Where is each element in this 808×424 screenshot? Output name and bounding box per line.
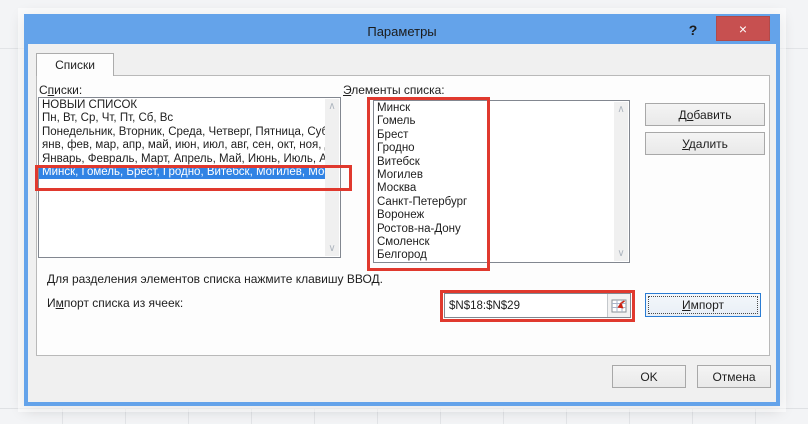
- enter-key-hint: Для разделения элементов списка нажмите …: [47, 272, 383, 286]
- scroll-down-icon[interactable]: ∨: [614, 246, 628, 261]
- entry-item[interactable]: Гомель: [374, 115, 614, 128]
- lists-tab-panel: Списки: Элементы списка: НОВЫЙ СПИСОК Пн…: [36, 75, 770, 356]
- options-dialog: Параметры ? × Списки Списки: Элементы сп…: [24, 14, 780, 406]
- custom-lists-listbox[interactable]: НОВЫЙ СПИСОК Пн, Вт, Ср, Чт, Пт, Сб, Вс …: [38, 97, 341, 258]
- cancel-button[interactable]: Отмена: [697, 365, 771, 388]
- custom-lists-scrollbar[interactable]: ∧ ∨: [325, 99, 339, 256]
- list-entries-listbox[interactable]: Минск Гомель Брест Гродно Витебск Могиле…: [373, 100, 630, 263]
- dialog-title: Параметры: [367, 24, 436, 39]
- delete-button[interactable]: Удалить: [645, 132, 765, 155]
- list-item[interactable]: янв, фев, мар, апр, май, июн, июл, авг, …: [39, 139, 325, 152]
- entry-item[interactable]: Москва: [374, 182, 614, 195]
- close-button[interactable]: ×: [716, 16, 770, 41]
- list-item[interactable]: Январь, Февраль, Март, Апрель, Май, Июнь…: [39, 153, 325, 166]
- import-range-group: [444, 293, 631, 318]
- entry-item[interactable]: Витебск: [374, 156, 614, 169]
- dialog-titlebar[interactable]: Параметры ? ×: [28, 18, 776, 44]
- add-button[interactable]: Добавить: [645, 103, 765, 126]
- list-entries-scrollbar[interactable]: ∧ ∨: [614, 102, 628, 261]
- help-button[interactable]: ?: [682, 18, 704, 42]
- custom-lists-items: НОВЫЙ СПИСОК Пн, Вт, Ср, Чт, Пт, Сб, Вс …: [39, 99, 325, 257]
- entry-item[interactable]: Минск: [374, 102, 614, 115]
- entry-item[interactable]: Воронеж: [374, 209, 614, 222]
- tab-lists-label: Списки: [55, 58, 95, 72]
- import-range-input[interactable]: [445, 294, 607, 317]
- entry-item[interactable]: Брест: [374, 129, 614, 142]
- excel-background: Параметры ? × Списки Списки: Элементы сп…: [0, 0, 808, 424]
- list-item[interactable]: Понедельник, Вторник, Среда, Четверг, Пя…: [39, 126, 325, 139]
- lists-label: Списки:: [39, 83, 82, 97]
- list-item-selected[interactable]: Минск, Гомель, Брест, Гродно, Витебск, М…: [39, 166, 325, 179]
- list-item[interactable]: Пн, Вт, Ср, Чт, Пт, Сб, Вс: [39, 112, 325, 125]
- entry-item[interactable]: Белгород: [374, 249, 614, 262]
- entry-item[interactable]: Санкт-Петербург: [374, 196, 614, 209]
- entry-item[interactable]: Ростов-на-Дону: [374, 223, 614, 236]
- range-selector-icon: [611, 299, 627, 313]
- help-icon: ?: [689, 22, 698, 38]
- entries-label: Элементы списка:: [343, 83, 445, 97]
- close-icon: ×: [739, 22, 747, 36]
- entry-item[interactable]: Гродно: [374, 142, 614, 155]
- worksheet-gridlines-bottom: [0, 408, 808, 424]
- list-entries-items: Минск Гомель Брест Гродно Витебск Могиле…: [374, 102, 614, 262]
- scroll-up-icon[interactable]: ∧: [325, 99, 339, 114]
- list-item[interactable]: НОВЫЙ СПИСОК: [39, 99, 325, 112]
- import-range-label: Импорт списка из ячеек:: [47, 296, 183, 310]
- entry-item[interactable]: Могилев: [374, 169, 614, 182]
- import-button[interactable]: Импорт: [645, 293, 761, 317]
- entry-item[interactable]: Смоленск: [374, 236, 614, 249]
- dialog-content: Списки Списки: Элементы списка: НОВЫЙ СП…: [28, 44, 776, 402]
- tab-lists[interactable]: Списки: [36, 53, 114, 76]
- scroll-up-icon[interactable]: ∧: [614, 102, 628, 117]
- collapse-dialog-button[interactable]: [607, 294, 630, 317]
- ok-button[interactable]: OK: [612, 365, 686, 388]
- scroll-down-icon[interactable]: ∨: [325, 241, 339, 256]
